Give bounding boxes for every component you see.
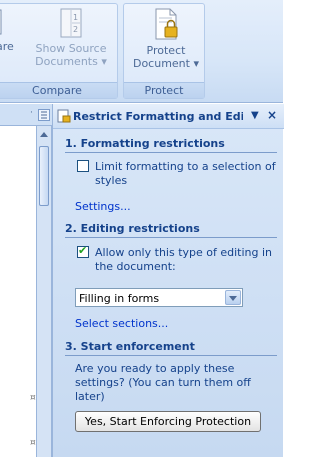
restrict-formatting-pane: Restrict Formatting and Editi ▼ × 1. For… (52, 104, 284, 457)
compare-group: pare 1 2 Show Source Documents ▾ Compare (0, 3, 118, 99)
svg-text:1: 1 (73, 13, 78, 22)
pane-title: Restrict Formatting and Editi (73, 110, 243, 123)
compare-button[interactable]: pare (0, 8, 29, 53)
protect-document-button[interactable]: Protect Document ▾ (128, 8, 204, 70)
protect-group-label: Protect (124, 82, 204, 98)
allow-editing-label-2: the document: (95, 260, 176, 273)
ruler-tick-icon: · (30, 108, 33, 118)
ruler-corner: · (0, 104, 60, 126)
enforcement-prompt-2: settings? (You can turn them off (75, 376, 251, 389)
ribbon: pare 1 2 Show Source Documents ▾ Compare (0, 0, 283, 103)
pane-header: Restrict Formatting and Editi ▼ × (53, 104, 284, 129)
dropdown-arrow-icon[interactable] (225, 290, 241, 305)
scroll-up-arrow-icon[interactable] (40, 132, 48, 137)
compare-icon (0, 9, 2, 35)
editing-type-dropdown[interactable]: Filling in forms (75, 288, 243, 307)
formatting-restrictions-heading: 1. Formatting restrictions (65, 137, 277, 153)
settings-link[interactable]: Settings... (75, 200, 131, 213)
protect-label-2: Document ▾ (132, 57, 199, 70)
page-mark-icon: ¤ (30, 438, 36, 448)
allow-editing-label-1: Allow only this type of editing in (95, 246, 273, 259)
page-mark-icon: ¤ (30, 393, 36, 403)
svg-text:2: 2 (73, 25, 78, 34)
start-enforcing-protection-button[interactable]: Yes, Start Enforcing Protection (75, 411, 261, 432)
enforcement-prompt-1: Are you ready to apply these (75, 362, 235, 375)
limit-formatting-checkbox[interactable] (77, 160, 89, 172)
pane-close-icon[interactable]: × (267, 108, 277, 122)
ruler-toggle-icon[interactable] (38, 109, 50, 121)
compare-group-label: Compare (0, 82, 117, 98)
scrollbar-thumb[interactable] (39, 146, 49, 206)
allow-editing-checkbox[interactable] (77, 244, 89, 258)
compare-label: pare (0, 40, 14, 53)
pane-menu-icon[interactable]: ▼ (251, 110, 259, 121)
show-source-label-2: Documents ▾ (35, 55, 107, 68)
limit-formatting-label-1: Limit formatting to a selection of (95, 160, 276, 173)
show-source-documents-button[interactable]: 1 2 Show Source Documents ▾ (29, 8, 113, 68)
protect-label-1: Protect (146, 44, 186, 57)
vertical-scrollbar[interactable] (36, 126, 52, 457)
enforcement-prompt-3: later) (75, 390, 105, 403)
select-sections-link[interactable]: Select sections... (75, 317, 168, 330)
protect-group: Protect Document ▾ Protect (123, 3, 205, 99)
show-source-label-1: Show Source (35, 42, 107, 55)
show-source-icon: 1 2 (60, 8, 82, 38)
limit-formatting-label-2: styles (95, 174, 128, 187)
editing-type-value: Filling in forms (79, 292, 160, 305)
editing-restrictions-heading: 2. Editing restrictions (65, 222, 277, 238)
protect-document-icon (155, 8, 178, 40)
start-enforcement-heading: 3. Start enforcement (65, 340, 277, 356)
pane-protect-icon (57, 109, 71, 123)
